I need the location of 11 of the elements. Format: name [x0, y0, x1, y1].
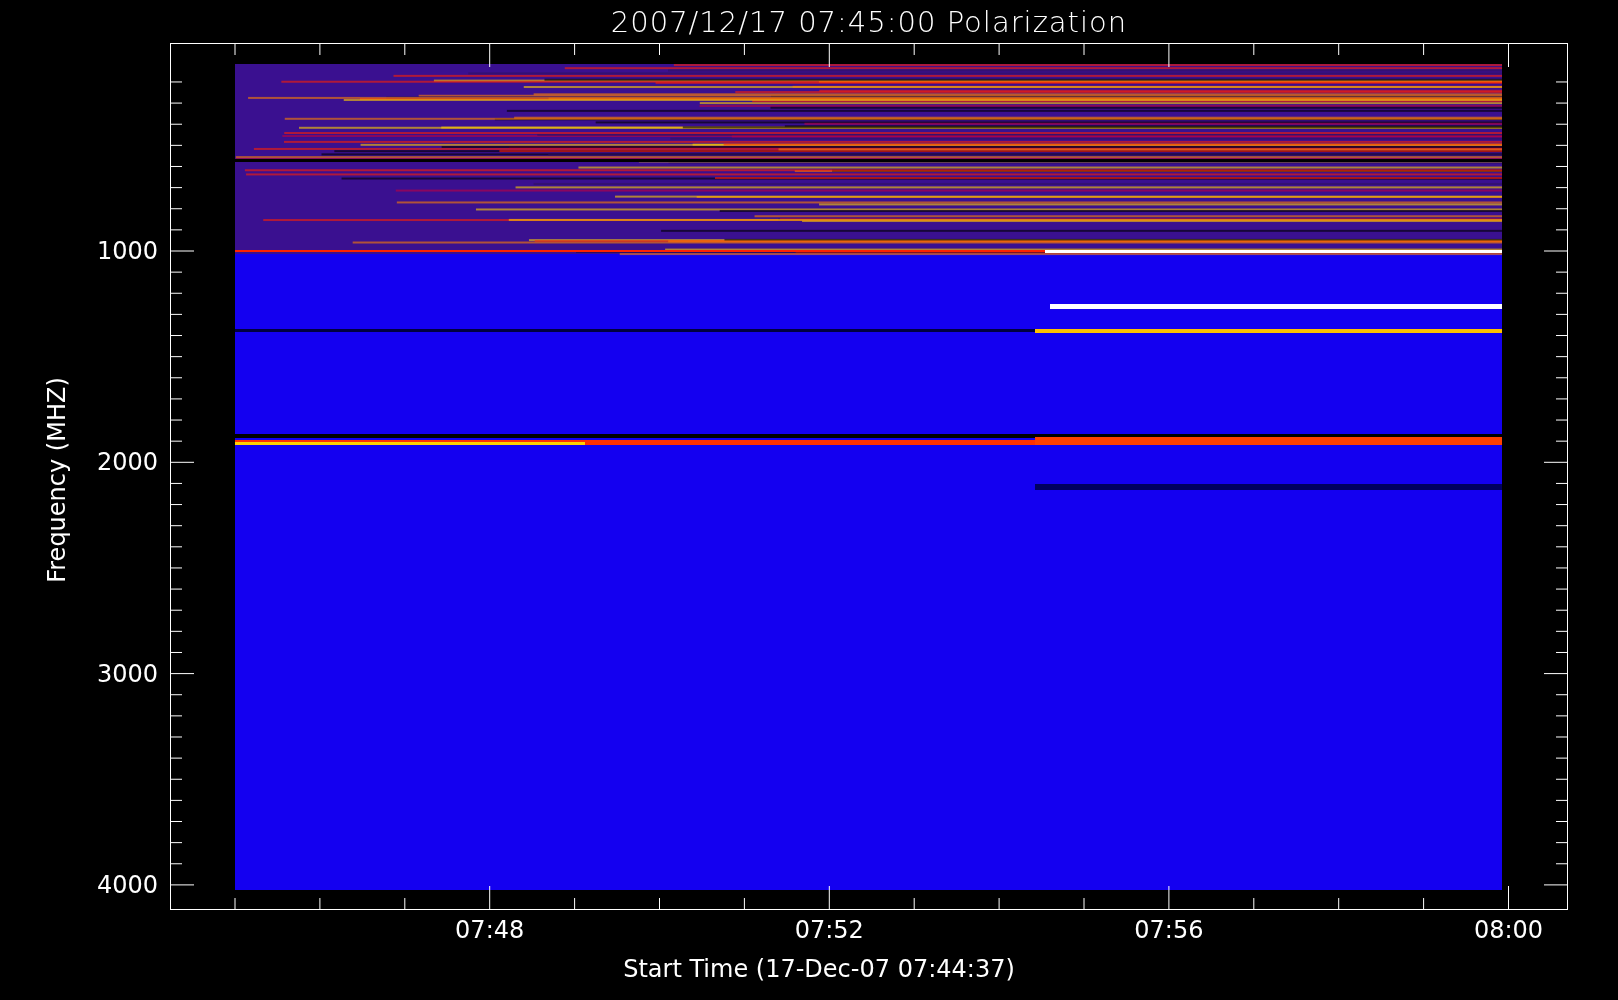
x-tick-label: 07:48 — [455, 918, 525, 942]
y-tick-label: 4000 — [96, 872, 158, 897]
y-tick-label: 2000 — [96, 450, 158, 475]
x-tick-label: 07:56 — [1134, 918, 1204, 942]
y-tick-label: 3000 — [96, 661, 158, 686]
y-axis-label: Frequency (MHZ) — [45, 377, 69, 583]
x-tick-label: 07:52 — [794, 918, 864, 942]
x-axis-label: Start Time (17-Dec-07 07:44:37) — [623, 955, 1015, 983]
y-tick-label: 1000 — [96, 239, 158, 263]
x-tick-label: 08:00 — [1473, 918, 1544, 942]
chart-title: 2007/12/17 07:45:00 Polarization — [610, 4, 1128, 39]
